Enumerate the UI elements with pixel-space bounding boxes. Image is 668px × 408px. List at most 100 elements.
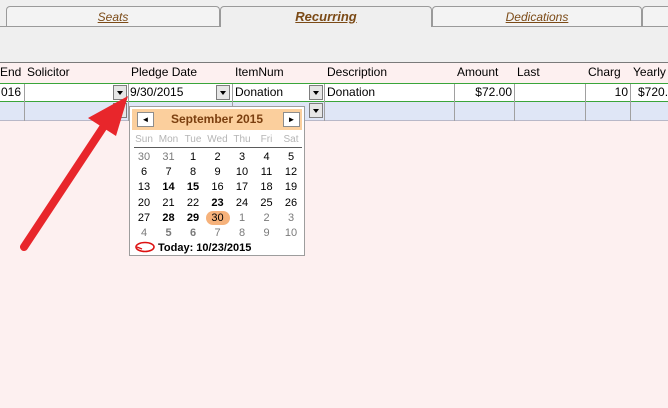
calendar-day[interactable]: 3 (279, 211, 303, 225)
solicitor-dropdown-new[interactable] (113, 103, 127, 118)
itemnum-dropdown[interactable] (309, 85, 323, 100)
col-header-solicitor: Solicitor (27, 65, 70, 79)
calendar-month-title: September 2015 (170, 112, 264, 126)
col-divider (514, 102, 515, 121)
calendar-day[interactable]: 7 (206, 226, 230, 240)
calendar-day[interactable]: 29 (181, 211, 205, 225)
weekday-label: Thu (233, 134, 251, 145)
calendar-day[interactable]: 5 (157, 226, 181, 240)
calendar-day[interactable]: 18 (255, 180, 279, 194)
description-field[interactable]: Donation (327, 84, 453, 101)
weekday-label: Mon (158, 134, 179, 145)
today-label: Today: 10/23/2015 (158, 242, 252, 254)
charg-field[interactable]: 10 (587, 84, 628, 101)
calendar-day[interactable]: 1 (230, 211, 254, 225)
calendar-day[interactable]: 9 (255, 226, 279, 240)
tab-seats[interactable]: Seats (6, 6, 220, 26)
calendar-day[interactable]: 10 (230, 165, 254, 179)
weekday-label: Fri (260, 134, 273, 145)
header-separator (0, 62, 668, 63)
col-header-last: Last (517, 65, 540, 79)
end-cell[interactable]: 016 (0, 84, 24, 101)
calendar-day[interactable]: 2 (255, 211, 279, 225)
next-month-button[interactable]: ► (283, 112, 300, 127)
calendar-day[interactable]: 5 (279, 150, 303, 164)
today-circle-icon (135, 241, 155, 253)
calendar-day[interactable]: 12 (279, 165, 303, 179)
itemnum-field[interactable]: Donation (235, 84, 305, 101)
calendar-day[interactable]: 21 (157, 196, 181, 210)
calendar-day[interactable]: 11 (255, 165, 279, 179)
calendar-day[interactable]: 4 (255, 150, 279, 164)
col-divider (454, 84, 455, 103)
amount-field[interactable]: $72.00 (456, 84, 512, 101)
calendar-day[interactable]: 31 (157, 150, 181, 164)
col-divider (630, 84, 631, 103)
col-divider (324, 102, 325, 121)
yearly-field[interactable]: $720. (638, 84, 668, 101)
calendar-day[interactable]: 6 (181, 226, 205, 240)
calendar-day[interactable]: 22 (181, 196, 205, 210)
calendar-day[interactable]: 30 (205, 210, 230, 225)
weekday-label: Sat (283, 134, 299, 145)
calendar-day[interactable]: 3 (230, 150, 254, 164)
itemnum-dropdown-new[interactable] (309, 103, 323, 118)
col-divider (585, 102, 586, 121)
calendar-day[interactable]: 8 (230, 226, 254, 240)
calendar-day[interactable]: 26 (279, 196, 303, 210)
col-header-amount: Amount (457, 65, 499, 79)
col-divider (630, 102, 631, 121)
calendar-day[interactable]: 16 (206, 180, 230, 194)
last-field[interactable] (516, 84, 584, 101)
calendar-day[interactable]: 4 (132, 226, 156, 240)
solicitor-field[interactable] (26, 84, 112, 101)
table-row: 016 9/30/2015 Donation Donation $72.00 1… (0, 83, 668, 103)
table-row-new (0, 102, 668, 121)
col-divider (128, 84, 129, 103)
calendar-day[interactable]: 19 (279, 180, 303, 194)
tab-recurring[interactable]: Recurring (220, 6, 432, 27)
weekday-divider (134, 147, 302, 148)
calendar-day[interactable]: 9 (206, 165, 230, 179)
date-picker-popup: ◄ September 2015 ► Sun Mon Tue Wed Thu Fri Sat… (129, 106, 305, 256)
calendar-day[interactable]: 24 (230, 196, 254, 210)
calendar-day[interactable]: 6 (132, 165, 156, 179)
col-divider (24, 102, 25, 121)
pledge-date-dropdown[interactable] (216, 85, 230, 100)
calendar-day[interactable]: 15 (181, 180, 205, 194)
solicitor-dropdown[interactable] (113, 85, 127, 100)
calendar-day[interactable]: 14 (157, 180, 181, 194)
pledge-date-field[interactable]: 9/30/2015 (130, 84, 212, 101)
col-divider (454, 102, 455, 121)
weekday-label: Tue (184, 134, 202, 145)
calendar-day[interactable]: 1 (181, 150, 205, 164)
calendar-day[interactable]: 28 (157, 211, 181, 225)
calendar-day[interactable]: 2 (206, 150, 230, 164)
calendar-day[interactable]: 25 (255, 196, 279, 210)
tab-dedications[interactable]: Dedications (432, 6, 642, 26)
col-divider (514, 84, 515, 103)
calendar-day[interactable]: 20 (132, 196, 156, 210)
tab-bar: Seats Recurring Dedications (0, 0, 668, 62)
col-header-itemnum: ItemNum (235, 65, 284, 79)
col-divider (232, 84, 233, 103)
weekday-label: Wed (207, 134, 228, 145)
col-divider (585, 84, 586, 103)
today-button[interactable]: Today: 10/23/2015 (134, 241, 251, 254)
tab-more[interactable] (642, 6, 668, 26)
calendar-day[interactable]: 30 (132, 150, 156, 164)
prev-month-button[interactable]: ◄ (137, 112, 154, 127)
calendar-day[interactable]: 10 (279, 226, 303, 240)
col-header-yearly: Yearly (633, 65, 666, 79)
calendar-day[interactable]: 23 (206, 196, 230, 210)
col-divider (24, 84, 25, 103)
calendar-day[interactable]: 8 (181, 165, 205, 179)
col-header-charg: Charg (588, 65, 621, 79)
calendar-day[interactable]: 27 (132, 211, 156, 225)
col-header-end: End (0, 65, 22, 79)
weekday-label: Sun (135, 134, 153, 145)
calendar-day[interactable]: 7 (157, 165, 181, 179)
calendar-day[interactable]: 13 (132, 180, 156, 194)
calendar-day[interactable]: 17 (230, 180, 254, 194)
col-header-description: Description (327, 65, 388, 79)
